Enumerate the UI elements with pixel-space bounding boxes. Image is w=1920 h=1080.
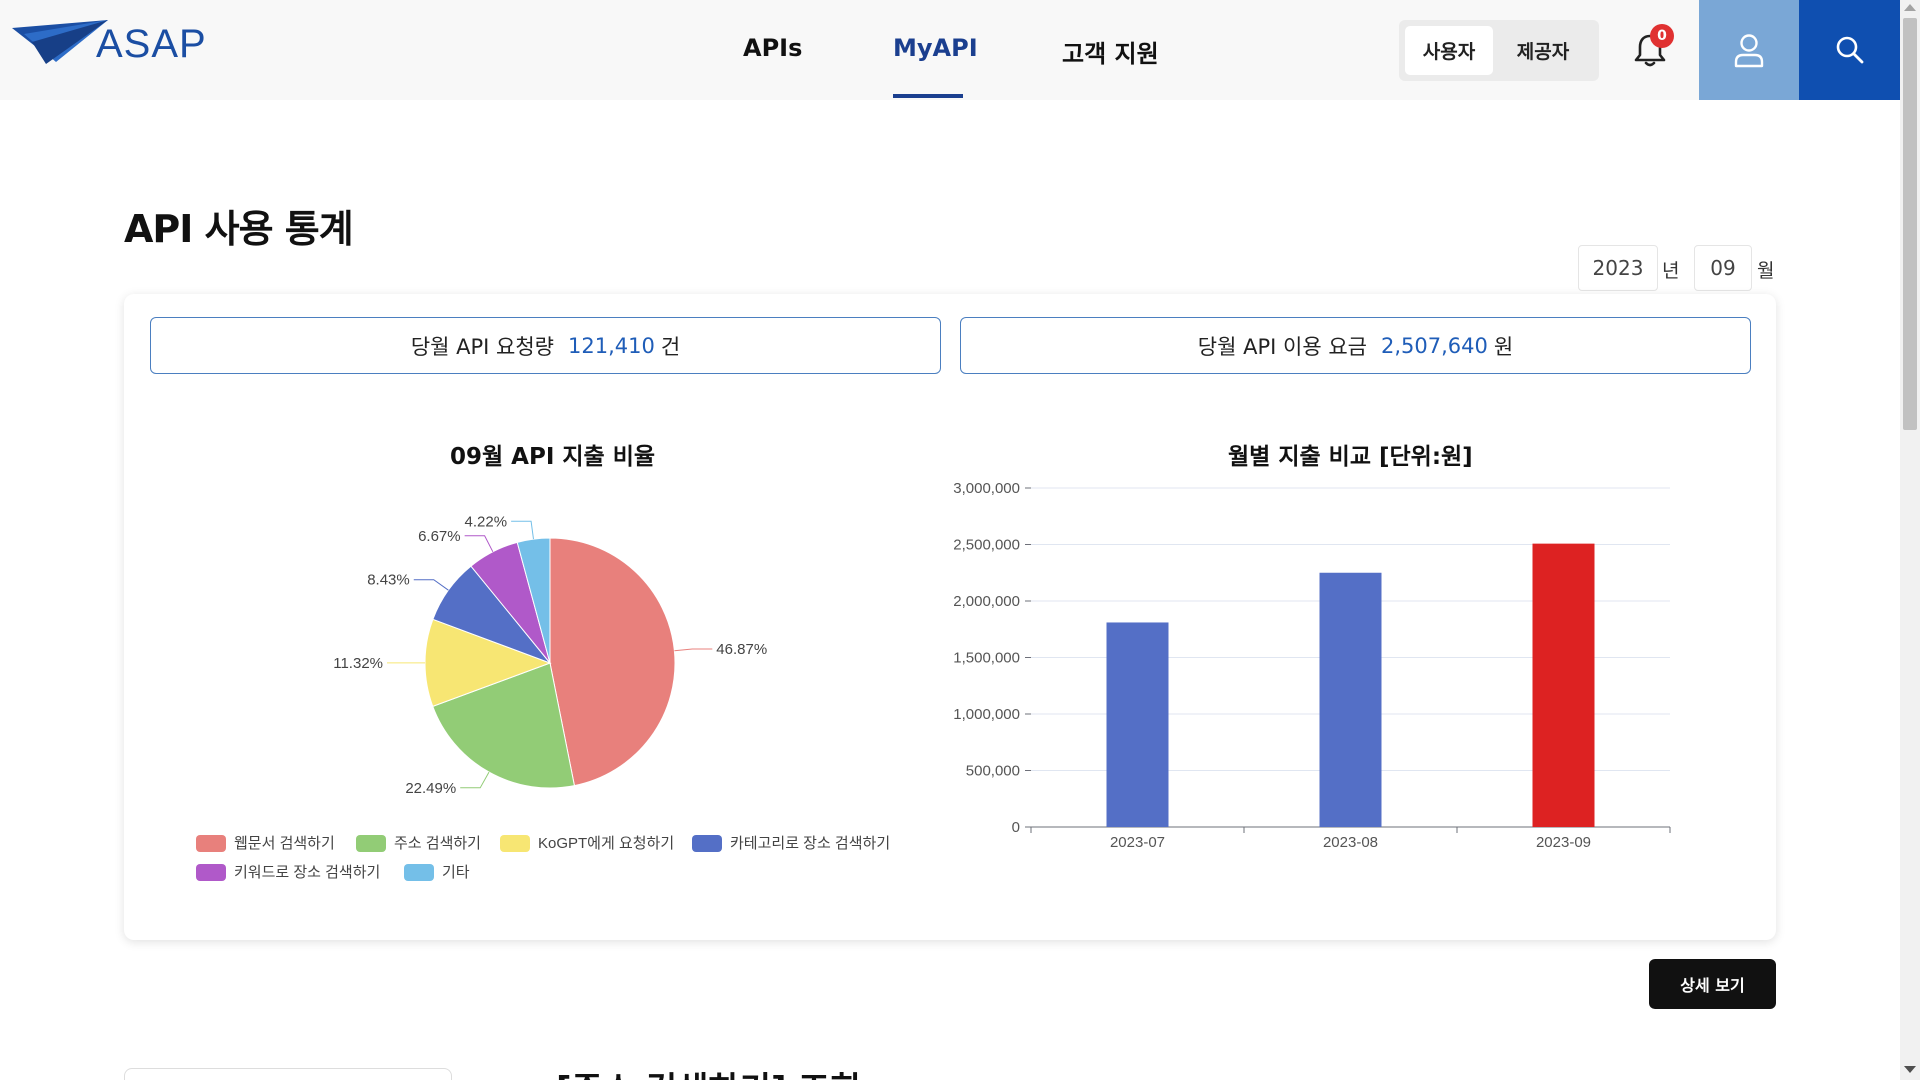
legend-swatch[interactable] bbox=[500, 835, 530, 852]
legend-swatch[interactable] bbox=[692, 835, 722, 852]
pie-label-line bbox=[674, 648, 713, 652]
y-tick-label: 500,000 bbox=[966, 763, 1020, 780]
pie-label-line bbox=[460, 771, 490, 789]
legend-label[interactable]: 주소 검색하기 bbox=[394, 835, 481, 852]
y-tick-label: 1,500,000 bbox=[953, 650, 1020, 667]
y-tick-label: 1,000,000 bbox=[953, 706, 1020, 723]
pie-label-line bbox=[413, 579, 449, 591]
legend-label[interactable]: KoGPT에게 요청하기 bbox=[538, 835, 674, 852]
y-tick-label: 0 bbox=[1012, 819, 1020, 836]
detail-button[interactable]: 상세 보기 bbox=[1649, 959, 1776, 1009]
pie-value-label: 8.43% bbox=[367, 572, 410, 589]
pie-value-label: 22.49% bbox=[405, 780, 456, 797]
x-tick-label: 2023-08 bbox=[1323, 834, 1378, 851]
scroll-thumb[interactable] bbox=[1903, 18, 1917, 430]
pie-value-label: 4.22% bbox=[465, 513, 508, 530]
legend-swatch[interactable] bbox=[356, 835, 386, 852]
section-heading: [주소 검색하기] 조회 bbox=[556, 1062, 861, 1080]
pie-label-line bbox=[511, 520, 534, 540]
bar[interactable] bbox=[1319, 572, 1382, 827]
x-tick-label: 2023-07 bbox=[1110, 834, 1165, 851]
charts-canvas: 46.87% 22.49% 11.32% 8.43% 6.67%4.22% 웹문서 검색하… bbox=[196, 480, 1671, 881]
scroll-up-arrow[interactable] bbox=[1904, 4, 1916, 11]
page-scrollbar[interactable] bbox=[1900, 0, 1920, 1080]
pie-value-label: 11.32% bbox=[333, 655, 383, 672]
legend-swatch[interactable] bbox=[404, 864, 434, 881]
bar[interactable] bbox=[1106, 622, 1169, 827]
api-list-card bbox=[124, 1068, 452, 1080]
pie-label-line bbox=[464, 535, 494, 553]
scroll-down-arrow[interactable] bbox=[1904, 1066, 1916, 1073]
legend-swatch[interactable] bbox=[196, 864, 226, 881]
y-tick-label: 2,500,000 bbox=[953, 537, 1020, 554]
legend-label[interactable]: 웹문서 검색하기 bbox=[234, 835, 335, 852]
pie-slice[interactable] bbox=[549, 537, 676, 787]
y-tick-label: 3,000,000 bbox=[953, 480, 1020, 497]
pie-value-label: 6.67% bbox=[418, 528, 461, 545]
x-tick-label: 2023-09 bbox=[1536, 834, 1591, 851]
bar[interactable] bbox=[1532, 543, 1595, 827]
legend-swatch[interactable] bbox=[196, 835, 226, 852]
pie-value-label: 46.87% bbox=[716, 641, 767, 658]
legend-label[interactable]: 기타 bbox=[442, 864, 470, 881]
y-tick-label: 2,000,000 bbox=[953, 593, 1020, 610]
legend-label[interactable]: 카테고리로 장소 검색하기 bbox=[730, 835, 890, 852]
legend-label[interactable]: 키워드로 장소 검색하기 bbox=[234, 864, 380, 881]
